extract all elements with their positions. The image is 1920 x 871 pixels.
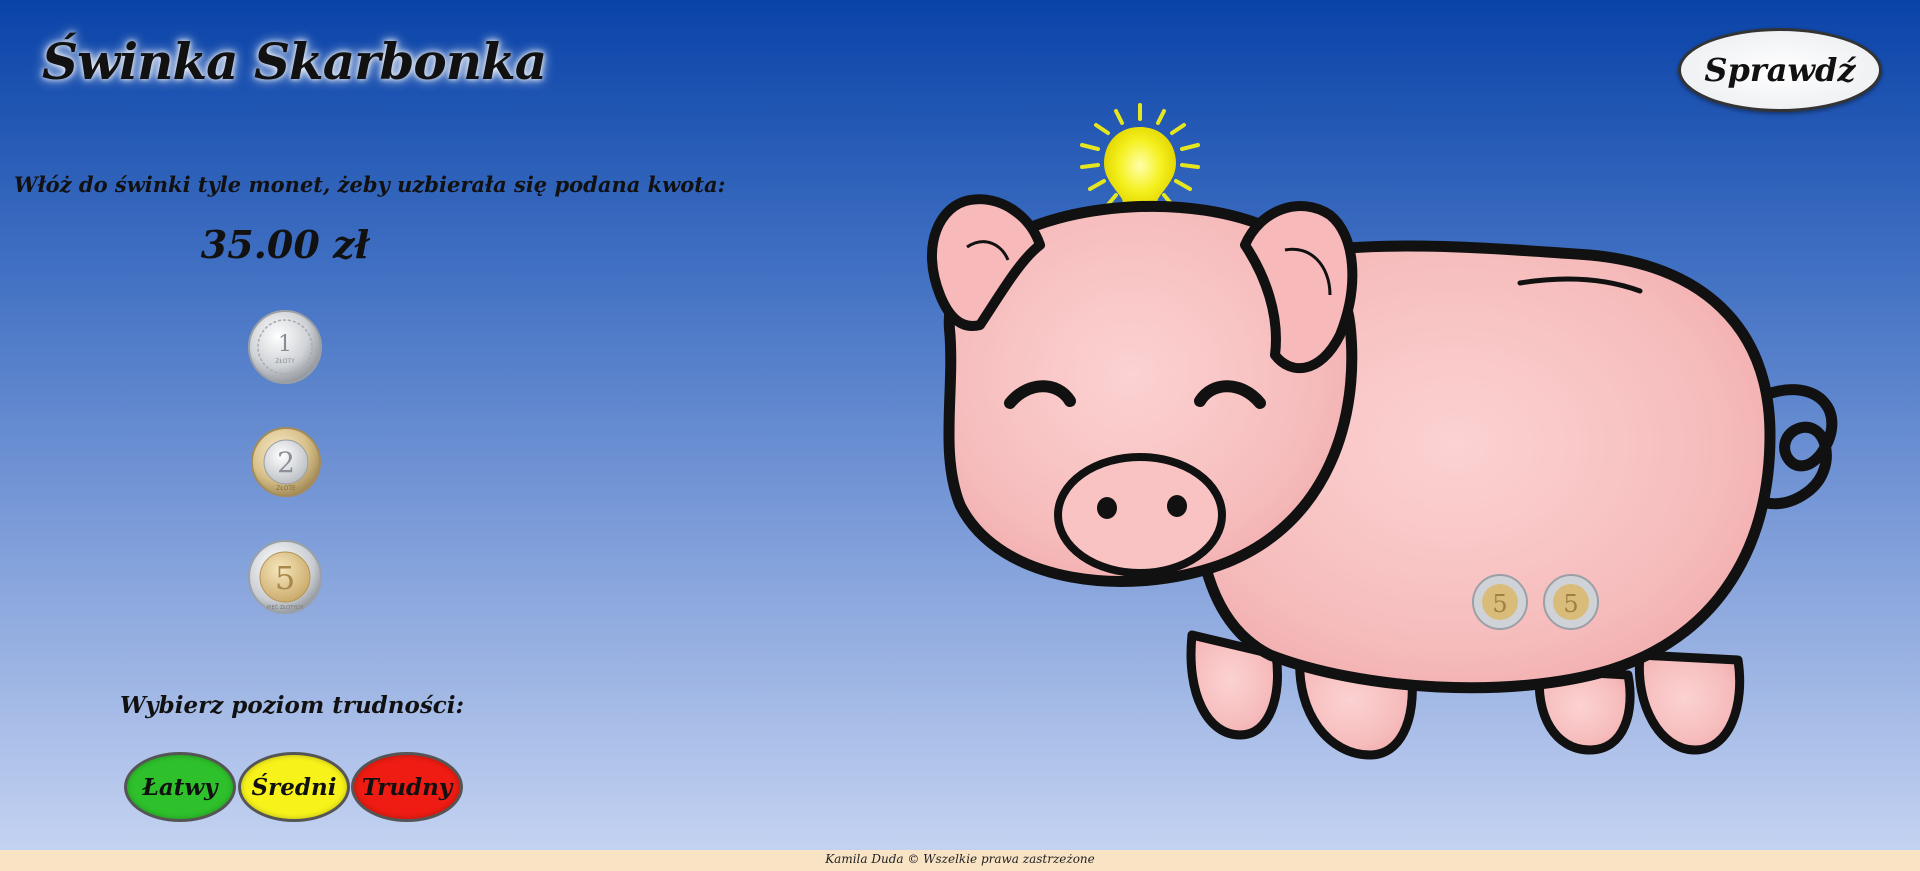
level-easy-button[interactable]: Łatwy <box>124 752 236 822</box>
svg-text:PIĘĆ ZŁOTYCH: PIĘĆ ZŁOTYCH <box>267 604 303 611</box>
coin-2-zlote-icon: 2 ZŁOTE <box>251 427 321 497</box>
svg-text:1: 1 <box>278 332 292 357</box>
task-instruction: Włóż do świnki tyle monet, żeby uzbierał… <box>14 172 726 197</box>
pig-coin-5: 5 <box>1543 574 1599 630</box>
svg-text:5: 5 <box>1492 590 1507 618</box>
svg-text:5: 5 <box>275 559 295 597</box>
level-hard-button[interactable]: Trudny <box>351 752 463 822</box>
level-medium-button[interactable]: Średni <box>238 752 350 822</box>
coin-5-zlotych-icon: 5 PIĘĆ ZŁOTYCH <box>248 540 322 614</box>
target-amount: 35.00 zł <box>200 222 370 267</box>
piggy-bank[interactable]: 5 5 <box>890 95 1890 785</box>
svg-text:ZŁOTY: ZŁOTY <box>275 358 295 365</box>
svg-text:5: 5 <box>1563 590 1578 618</box>
coin-5-zlotych[interactable]: 5 PIĘĆ ZŁOTYCH <box>247 539 323 619</box>
svg-text:ZŁOTE: ZŁOTE <box>276 485 296 492</box>
coin-2-zlote[interactable]: 2 ZŁOTE <box>250 426 322 502</box>
coin-1-zloty[interactable]: 1 ZŁOTY <box>247 309 323 389</box>
coin-1-zloty-icon: 1 ZŁOTY <box>248 310 322 384</box>
footer: Kamila Duda © Wszelkie prawa zastrzeżone <box>0 850 1920 871</box>
pig-coin-5: 5 <box>1472 574 1528 630</box>
app-title: Świnka Skarbonka <box>42 32 547 91</box>
difficulty-label: Wybierz poziom trudności: <box>119 692 465 719</box>
svg-text:2: 2 <box>277 446 295 479</box>
